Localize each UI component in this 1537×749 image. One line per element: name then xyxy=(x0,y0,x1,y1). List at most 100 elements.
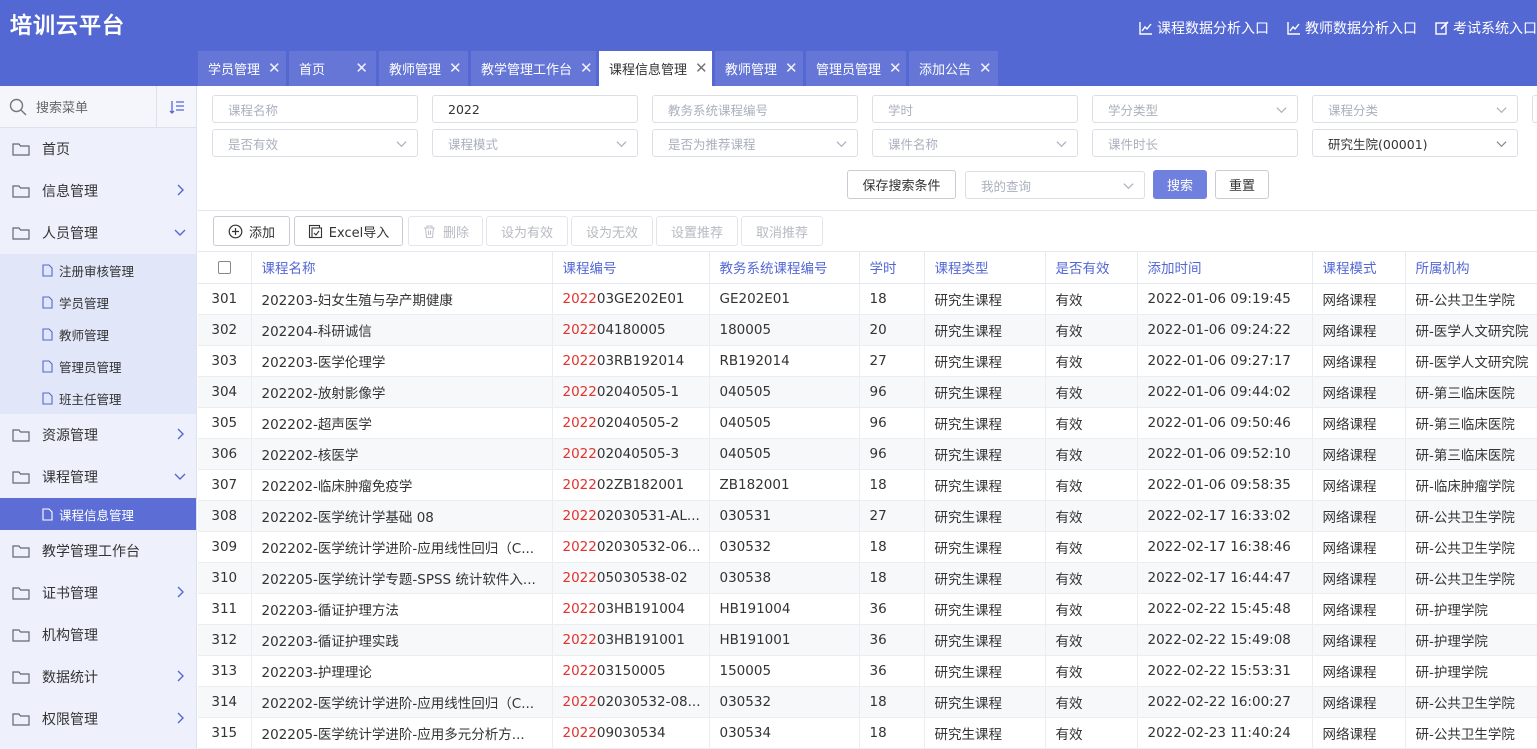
added-time-cell: 2022-01-06 09:27:17 xyxy=(1137,345,1313,377)
table-row[interactable]: 302 202204-科研诚信 202204180005 180005 20 研究生课程有… xyxy=(198,314,1537,346)
col-added-time[interactable]: 添加时间 xyxy=(1137,252,1313,284)
save-search-button[interactable]: 保存搜索条件 xyxy=(847,170,956,199)
col-course-mode[interactable]: 课程模式 xyxy=(1312,252,1406,284)
sidebar-item-teaching-workbench[interactable]: 教学管理工作台 xyxy=(0,530,196,572)
col-course-name[interactable]: 课程名称 xyxy=(251,252,553,284)
is-valid-cell: 有效 xyxy=(1045,407,1138,439)
tab-teacher-management-2[interactable]: 教师管理 ✕ xyxy=(715,51,803,86)
tab-teacher-management[interactable]: 教师管理 ✕ xyxy=(379,51,468,86)
close-icon[interactable]: ✕ xyxy=(695,61,708,76)
set-valid-button[interactable]: 设为有效 xyxy=(486,216,568,246)
menu-search-input[interactable]: 搜索菜单 xyxy=(36,97,156,116)
my-query-select[interactable]: 我的查询 xyxy=(965,171,1145,199)
sidebar-item-info-management[interactable]: 信息管理 xyxy=(0,170,196,212)
tab-add-announcement[interactable]: 添加公告 ✕ xyxy=(909,51,998,86)
table-row[interactable]: 308 202202-医学统计学基础 08 202202030531-AL... 03… xyxy=(198,500,1537,532)
table-row[interactable]: 315 202205-医学统计学进阶-应用多元分析方... 202209030534… xyxy=(198,717,1537,749)
is-valid-cell: 有效 xyxy=(1045,717,1138,749)
table-row[interactable]: 306 202202-核医学 202202040505-3 040505 96 研究生课程… xyxy=(198,438,1537,470)
select-all-checkbox[interactable] xyxy=(217,260,231,274)
col-course-code[interactable]: 课程编号 xyxy=(552,252,710,284)
tab-teaching-workbench[interactable]: 教学管理工作台 ✕ xyxy=(471,51,596,86)
is-recommended-select[interactable]: 是否为推荐课程 xyxy=(652,129,858,157)
exam-system-link[interactable]: 考试系统入口 xyxy=(1435,18,1537,38)
cancel-recommend-button[interactable]: 取消推荐 xyxy=(741,216,823,246)
is-valid-cell: 有效 xyxy=(1045,283,1138,315)
courseware-duration-input[interactable]: 课件时长 xyxy=(1092,129,1298,157)
table-row[interactable]: 304 202202-放射影像学 202202040505-1 040505 96 研究生… xyxy=(198,376,1537,408)
table-row[interactable]: 312 202203-循证护理实践 202203HB191001 HB191001 36… xyxy=(198,624,1537,656)
search-button[interactable]: 搜索 xyxy=(1153,170,1207,199)
sidebar-subitem-label: 课程信息管理 xyxy=(59,507,135,523)
sidebar-item-org-management[interactable]: 机构管理 xyxy=(0,614,196,656)
sidebar-subitem-course-info-management[interactable]: 课程信息管理 xyxy=(0,498,196,530)
reset-button[interactable]: 重置 xyxy=(1215,170,1269,199)
org-select[interactable]: 研究生院(00001) xyxy=(1312,129,1518,157)
sidebar-subitem-admin-management[interactable]: 管理员管理 xyxy=(0,350,196,382)
table-row[interactable]: 307 202202-临床肿瘤免疫学 202202ZB182001 ZB182001 1… xyxy=(198,469,1537,501)
course-name-cell: 202202-放射影像学 xyxy=(251,376,553,408)
close-icon[interactable]: ✕ xyxy=(449,61,462,76)
col-is-valid[interactable]: 是否有效 xyxy=(1045,252,1138,284)
year-input[interactable]: 2022 xyxy=(432,95,638,123)
sidebar-subitem-class-teacher-management[interactable]: 班主任管理 xyxy=(0,382,196,414)
col-hours[interactable]: 学时 xyxy=(859,252,925,284)
hours-input[interactable]: 学时 xyxy=(872,95,1078,123)
sidebar-item-resource-management[interactable]: 资源管理 xyxy=(0,414,196,456)
course-mode-select[interactable]: 课程模式 xyxy=(432,129,638,157)
close-icon[interactable]: ✕ xyxy=(785,61,798,76)
excel-import-button[interactable]: Excel导入 xyxy=(294,216,403,246)
add-button[interactable]: 添加 xyxy=(213,216,290,246)
course-code-cell: 202203150005 xyxy=(552,655,710,687)
table-row[interactable]: 314 202202-医学统计学进阶-应用线性回归（C... 20220203053… xyxy=(198,686,1537,718)
sidebar-item-home[interactable]: 首页 xyxy=(0,128,196,170)
close-icon[interactable]: ✕ xyxy=(355,61,368,76)
table-row[interactable]: 305 202202-超声医学 202202040505-2 040505 96 研究生课… xyxy=(198,407,1537,439)
course-data-analysis-link[interactable]: 课程数据分析入口 xyxy=(1139,18,1269,38)
course-code-cell: 202202040505-1 xyxy=(552,376,710,408)
table-row[interactable]: 310 202205-医学统计学专题-SPSS 统计软件入... 202205030… xyxy=(198,562,1537,594)
course-name-input[interactable]: 课程名称 xyxy=(212,95,418,123)
is-valid-select[interactable]: 是否有效 xyxy=(212,129,418,157)
sidebar-subitem-registration-review[interactable]: 注册审核管理 xyxy=(0,254,196,286)
sidebar-item-data-statistics[interactable]: 数据统计 xyxy=(0,656,196,698)
close-icon[interactable]: ✕ xyxy=(580,61,593,76)
sidebar-item-course-management[interactable]: 课程管理 xyxy=(0,456,196,498)
chevron-down-icon xyxy=(1123,183,1134,190)
col-course-type[interactable]: 课程类型 xyxy=(924,252,1046,284)
credit-type-select[interactable]: 学分类型 xyxy=(1092,95,1298,123)
courseware-name-select[interactable]: 课件名称 xyxy=(872,129,1078,157)
table-row[interactable]: 303 202203-医学伦理学 202203RB192014 RB192014 27 研… xyxy=(198,345,1537,377)
sidebar-subitem-teacher-management[interactable]: 教师管理 xyxy=(0,318,196,350)
course-category-select[interactable]: 课程分类 xyxy=(1312,95,1518,123)
edu-code-input[interactable]: 教务系统课程编号 xyxy=(652,95,858,123)
table-row[interactable]: 313 202203-护理理论 202203150005 150005 36 研究生课程有… xyxy=(198,655,1537,687)
tab-student-management[interactable]: 学员管理 ✕ xyxy=(198,51,286,86)
set-recommend-button[interactable]: 设置推荐 xyxy=(656,216,738,246)
col-org[interactable]: 所属机构 xyxy=(1405,252,1537,284)
table-row[interactable]: 301 202203-妇女生殖与孕产期健康 202203GE202E01 GE202E… xyxy=(198,283,1537,315)
delete-button[interactable]: 删除 xyxy=(408,216,483,246)
set-invalid-button[interactable]: 设为无效 xyxy=(571,216,653,246)
table-row[interactable]: 309 202202-医学统计学进阶-应用线性回归（C... 20220203053… xyxy=(198,531,1537,563)
col-edu-code[interactable]: 教务系统课程编号 xyxy=(709,252,860,284)
sidebar-item-personnel-management[interactable]: 人员管理 xyxy=(0,212,196,254)
course-mode-cell: 网络课程 xyxy=(1312,500,1406,532)
tab-home[interactable]: 首页 ✕ xyxy=(289,51,376,86)
close-icon[interactable]: ✕ xyxy=(268,61,281,76)
tab-admin-management[interactable]: 管理员管理 ✕ xyxy=(806,51,906,86)
sidebar-item-permission-management[interactable]: 权限管理 xyxy=(0,698,196,740)
close-icon[interactable]: ✕ xyxy=(889,61,902,76)
teacher-data-analysis-link[interactable]: 教师数据分析入口 xyxy=(1287,18,1417,38)
sidebar-item-label: 信息管理 xyxy=(42,184,98,200)
sidebar-item-certificate-management[interactable]: 证书管理 xyxy=(0,572,196,614)
table-row[interactable]: 311 202203-循证护理方法 202203HB191004 HB191004 36… xyxy=(198,593,1537,625)
chevron-down-icon xyxy=(174,473,186,480)
close-icon[interactable]: ✕ xyxy=(979,61,992,76)
select-all-cell[interactable] xyxy=(198,252,252,284)
menu-sort-button[interactable] xyxy=(156,86,196,128)
sidebar-subitem-label: 管理员管理 xyxy=(59,359,122,375)
menu-search[interactable]: 搜索菜单 xyxy=(0,86,196,128)
sidebar-subitem-student-management[interactable]: 学员管理 xyxy=(0,286,196,318)
tab-course-info-management[interactable]: 课程信息管理 ✕ xyxy=(599,51,712,86)
